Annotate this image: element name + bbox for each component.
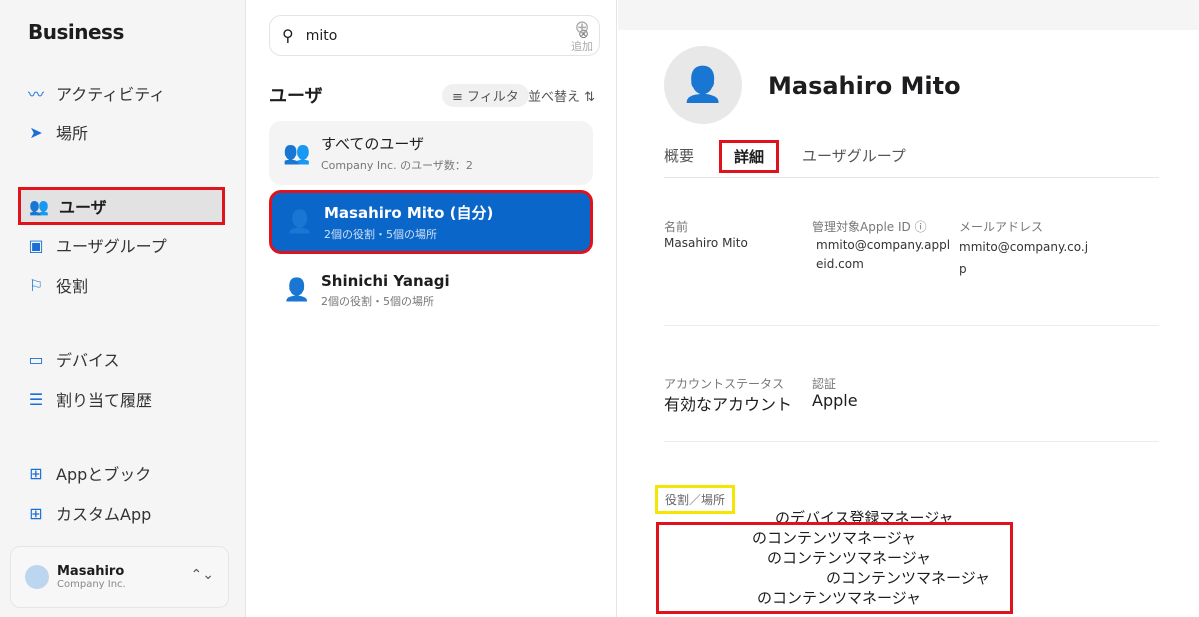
apple-id-value: mmito@company.appleid.com xyxy=(816,238,951,271)
activity-icon: 〰 xyxy=(27,85,44,104)
search-input[interactable]: ⚲ mito ⊗ xyxy=(269,15,600,56)
auth-value: Apple xyxy=(812,391,858,410)
search-icon: ⚲ xyxy=(282,26,294,45)
name-value: Masahiro Mito xyxy=(664,236,748,250)
divider xyxy=(664,441,1159,442)
person-icon: 👤 xyxy=(286,209,314,235)
roles-list: のコンテンツマネージャ のコンテンツマネージャ のコンテンツマネージャ のコンテ… xyxy=(656,522,1013,614)
status-label: アカウントステータス xyxy=(664,377,785,391)
flag-icon: ⚐ xyxy=(28,275,44,295)
filter-icon: ≡ xyxy=(452,90,468,105)
sidebar-item-roles[interactable]: ⚐ 役割 xyxy=(18,266,225,304)
apple-business-logo: Business xyxy=(28,20,124,44)
detail-tabs: 概要 詳細 ユーザグループ xyxy=(664,140,1159,178)
status-value: 有効なアカウント xyxy=(664,395,793,414)
sidebar-item-users[interactable]: 👥 ユーザ xyxy=(18,187,225,225)
list-item-all-users[interactable]: 👥 すべてのユーザ Company Inc. のユーザ数：2 xyxy=(269,121,593,185)
location-arrow-icon: ➤ xyxy=(29,122,43,142)
role-item: のコンテンツマネージャ xyxy=(757,589,921,607)
sidebar-item-user-groups[interactable]: ▣ ユーザグループ xyxy=(18,226,225,264)
sidebar: Business 〰アクティビティ ➤ 場所 👥 ユーザ ▣ ユーザグループ ⚐ 役割 … xyxy=(0,0,246,617)
devices-icon: ▭ xyxy=(28,349,44,369)
tab-user-groups[interactable]: ユーザグループ xyxy=(802,145,906,166)
app-store-icon: ⊞ xyxy=(29,503,43,523)
email-value: mmito@company.co.jp xyxy=(959,240,1089,276)
chevron-up-down-icon: ⌃⌄ xyxy=(190,567,214,583)
user-group-icon: ▣ xyxy=(28,235,44,255)
avatar xyxy=(25,565,49,589)
roles-label: 役割／場所 xyxy=(655,485,736,514)
email-label: メールアドレス xyxy=(959,220,1044,234)
users-icon: 👥 xyxy=(283,140,311,166)
avatar: 👤 xyxy=(664,46,742,124)
name-label: 名前 xyxy=(664,220,689,234)
users-icon: 👥 xyxy=(29,196,49,216)
account-switcher[interactable]: Masahiro Company Inc. ⌃⌄ xyxy=(10,546,229,608)
role-item: のコンテンツマネージャ xyxy=(826,569,990,587)
divider xyxy=(664,325,1159,326)
sidebar-item-activity[interactable]: 〰アクティビティ xyxy=(18,74,225,112)
plus-circle-icon: ⊕ xyxy=(574,17,590,38)
list-title: ユーザ xyxy=(269,86,323,107)
list-icon: ☰ xyxy=(28,389,44,409)
person-icon: 👤 xyxy=(283,277,311,303)
top-bar xyxy=(618,0,1199,30)
sidebar-item-assignment-history[interactable]: ☰ 割り当て履歴 xyxy=(18,380,225,418)
sidebar-item-devices[interactable]: ▭ デバイス xyxy=(18,340,225,378)
sort-arrows-icon: ⇅ xyxy=(580,90,596,105)
add-button[interactable]: ⊕ 追加 xyxy=(567,18,597,54)
role-item: のコンテンツマネージャ xyxy=(752,529,916,547)
sidebar-item-custom-apps[interactable]: ⊞ カスタムApp xyxy=(18,494,225,532)
sidebar-item-apps-books[interactable]: ⊞ Appとブック xyxy=(18,454,225,492)
info-icon[interactable]: ⓘ xyxy=(915,220,927,234)
tab-details[interactable]: 詳細 xyxy=(719,140,780,173)
filter-button[interactable]: ≡ フィルタ xyxy=(442,84,529,107)
list-item-user[interactable]: 👤 Masahiro Mito (自分) 2個の役割・5個の場所 xyxy=(269,190,593,254)
sort-button[interactable]: 並べ替え ⇅ xyxy=(528,86,595,105)
user-detail-panel: 👤 Masahiro Mito 概要 詳細 ユーザグループ 名前 Masahir… xyxy=(618,0,1199,617)
sidebar-item-locations[interactable]: ➤ 場所 xyxy=(18,113,225,151)
tab-overview[interactable]: 概要 xyxy=(664,145,694,166)
person-icon: 👤 xyxy=(681,65,725,105)
apple-id-label: 管理対象Apple ID ⓘ xyxy=(812,220,927,234)
list-item-user[interactable]: 👤 Shinichi Yanagi 2個の役割・5個の場所 xyxy=(269,258,593,322)
auth-label: 認証 xyxy=(812,377,837,391)
role-item: のコンテンツマネージャ xyxy=(767,549,931,567)
app-store-icon: ⊞ xyxy=(29,463,43,483)
user-name: Masahiro Mito xyxy=(768,72,961,100)
user-list-panel: ⚲ mito ⊗ ⊕ 追加 ユーザ ≡ フィルタ 並べ替え ⇅ 👥 すべてのユーザ Com… xyxy=(247,0,617,617)
